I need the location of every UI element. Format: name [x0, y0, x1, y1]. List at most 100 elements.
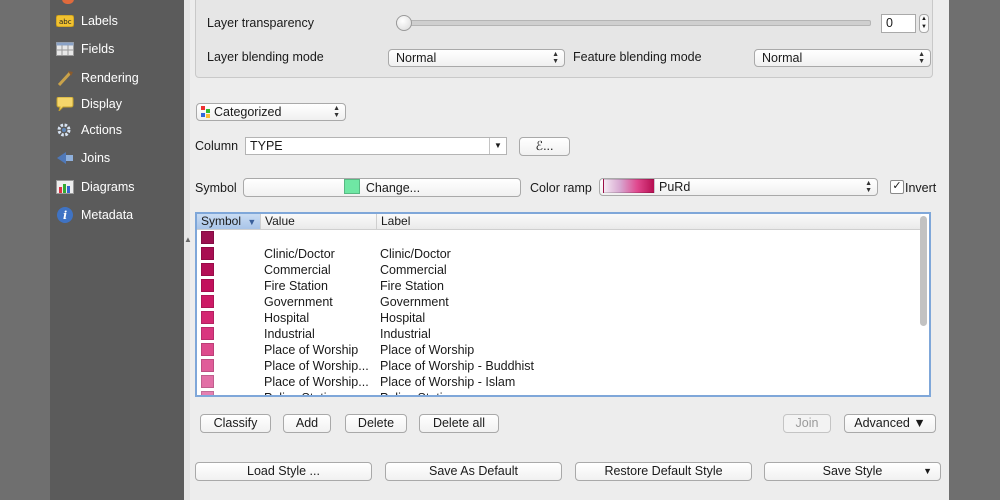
dropdown-arrow-icon: ▼	[923, 466, 932, 476]
cell-label: Place of Worship - Islam	[380, 375, 516, 389]
sidebar-item-label: Joins	[81, 151, 111, 165]
table-row[interactable]: Police Station Police Station	[197, 390, 921, 395]
table-row[interactable]: Commercial Commercial	[197, 262, 921, 278]
sidebar-item-label: Labels	[81, 14, 118, 28]
table-row[interactable]: Place of Worship... Place of Worship - Is…	[197, 374, 921, 390]
symbol-swatch[interactable]	[201, 247, 214, 260]
cell-value: Clinic/Doctor	[264, 247, 335, 261]
dropdown-arrow-icon[interactable]: ▼	[489, 138, 506, 154]
classify-button[interactable]: Classify	[200, 414, 271, 433]
symbol-swatch[interactable]	[201, 231, 214, 244]
feature-blending-value: Normal	[762, 51, 803, 65]
svg-text:i: i	[63, 209, 67, 222]
layer-blending-value: Normal	[396, 51, 437, 65]
layer-rendering-group: Layer transparency 0 ▲ ▼ Layer blending m…	[195, 0, 933, 78]
sidebar-item-joins[interactable]: Joins	[56, 147, 110, 169]
table-row[interactable]: Hospital Hospital	[197, 310, 921, 326]
rendering-icon	[56, 70, 74, 86]
symbol-swatch[interactable]	[201, 263, 214, 276]
symbol-swatch[interactable]	[201, 295, 214, 308]
symbol-swatch[interactable]	[201, 359, 214, 372]
table-scrollbar[interactable]	[920, 216, 927, 326]
load-style-button[interactable]: Load Style ...	[195, 462, 372, 481]
symbol-change-button[interactable]: Change...	[243, 178, 521, 197]
renderer-type-combo[interactable]: Categorized ▲ ▼	[196, 103, 346, 121]
sidebar-item-display[interactable]: Display	[56, 93, 122, 115]
sidebar-item-label: Fields	[81, 42, 115, 56]
save-as-default-button[interactable]: Save As Default	[385, 462, 562, 481]
sidebar-item-labels[interactable]: abc Labels	[56, 10, 118, 32]
delete-all-button[interactable]: Delete all	[419, 414, 499, 433]
joins-icon	[56, 150, 74, 166]
transparency-spinbox[interactable]: 0	[881, 14, 916, 33]
join-button[interactable]: Join	[783, 414, 831, 433]
sidebar-item-diagrams[interactable]: Diagrams	[56, 176, 135, 198]
save-style-button[interactable]: Save Style ▼	[764, 462, 941, 481]
cell-label: Hospital	[380, 311, 426, 325]
symbol-swatch[interactable]	[201, 279, 214, 292]
table-row[interactable]: Government Government	[197, 294, 921, 310]
sidebar-item-label: Metadata	[81, 208, 134, 222]
table-row[interactable]: Industrial Industrial	[197, 326, 921, 342]
feature-blending-combo[interactable]: Normal ▲ ▼	[754, 49, 931, 67]
feature-blending-label: Feature blending mode	[573, 50, 702, 64]
symbol-swatch[interactable]	[201, 391, 214, 395]
cell-label: Place of Worship	[380, 343, 475, 357]
svg-text:abc: abc	[59, 18, 72, 26]
table-row[interactable]: Place of Worship Place of Worship	[197, 342, 921, 358]
combo-arrows-icon: ▲ ▼	[552, 51, 559, 65]
cell-value: Fire Station	[264, 279, 328, 293]
sidebar-item-label: Rendering	[81, 71, 139, 85]
column-header-value[interactable]: Value	[261, 214, 377, 229]
sort-descending-icon: ▼	[247, 217, 257, 227]
column-header-label[interactable]: Label	[377, 214, 921, 229]
cell-label: Government	[380, 295, 449, 309]
symbol-swatch[interactable]	[201, 311, 214, 324]
transparency-slider-handle[interactable]	[396, 15, 412, 31]
cell-value: Place of Worship...	[264, 375, 369, 389]
delete-button[interactable]: Delete	[345, 414, 407, 433]
cell-label: Commercial	[380, 263, 447, 277]
advanced-button[interactable]: Advanced ▼	[844, 414, 936, 433]
sidebar-item-actions[interactable]: Actions	[56, 119, 122, 141]
combo-arrows-icon: ▲ ▼	[333, 105, 340, 119]
transparency-slider[interactable]	[396, 20, 871, 26]
sidebar-item-fields[interactable]: Fields	[56, 38, 114, 60]
style-icon	[62, 0, 74, 4]
cell-label: Fire Station	[380, 279, 444, 293]
expression-button[interactable]: ℰ...	[519, 137, 570, 156]
cell-label: Place of Worship - Buddhist	[380, 359, 535, 373]
renderer-type-value: Categorized	[214, 105, 282, 119]
color-ramp-value: PuRd	[659, 180, 691, 194]
categorized-icon	[201, 106, 211, 122]
color-ramp-combo[interactable]: PuRd ▲ ▼	[599, 178, 878, 196]
sidebar-item-label: Display	[81, 97, 122, 111]
symbol-swatch[interactable]	[201, 327, 214, 340]
layer-properties-window: abc Labels Fields Rendering Display Acti…	[50, 0, 949, 500]
restore-default-style-button[interactable]: Restore Default Style	[575, 462, 752, 481]
table-row[interactable]: Fire Station Fire Station	[197, 278, 921, 294]
column-value: TYPE	[250, 139, 283, 153]
save-style-label: Save Style	[822, 464, 883, 478]
column-field[interactable]: TYPE ▼	[245, 137, 507, 155]
cell-value: Place of Worship...	[264, 359, 369, 373]
sidebar-item-metadata[interactable]: i Metadata	[56, 204, 133, 226]
transparency-stepper-icon[interactable]: ▲ ▼	[919, 14, 929, 33]
sidebar-item-rendering[interactable]: Rendering	[56, 67, 139, 89]
categories-table[interactable]: Symbol ▼ Value Label Clinic/Doctor Clinic…	[195, 212, 931, 397]
symbol-preview	[343, 179, 360, 194]
add-button[interactable]: Add	[283, 414, 331, 433]
invert-checkbox[interactable]: ✓	[890, 180, 904, 194]
symbol-swatch[interactable]	[201, 343, 214, 356]
symbol-change-label: Change...	[365, 181, 421, 195]
table-row[interactable]	[197, 230, 921, 246]
column-label: Column	[195, 139, 239, 153]
fields-icon	[56, 41, 74, 57]
display-icon	[56, 96, 74, 112]
sidebar-item-label: Actions	[81, 123, 122, 137]
table-row[interactable]: Place of Worship... Place of Worship - Bu…	[197, 358, 921, 374]
table-row[interactable]: Clinic/Doctor Clinic/Doctor	[197, 246, 921, 262]
column-header-symbol[interactable]: Symbol ▼	[197, 214, 261, 229]
symbol-swatch[interactable]	[201, 375, 214, 388]
layer-blending-combo[interactable]: Normal ▲ ▼	[388, 49, 565, 67]
